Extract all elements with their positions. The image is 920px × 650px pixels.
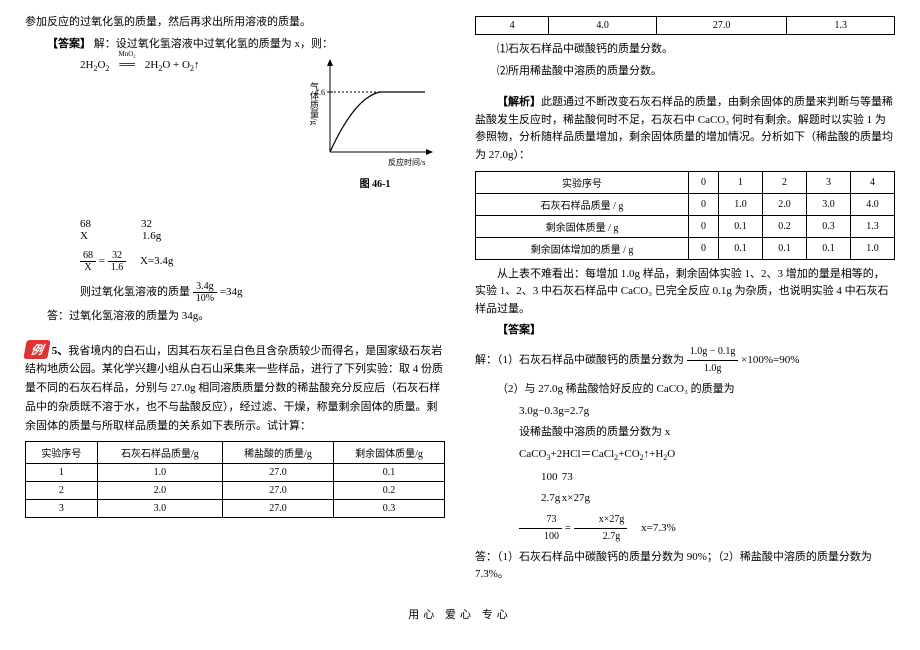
solution-2: （2）与 27.0g 稀盐酸恰好反应的 CaCO₃ 的质量为 3.0g−0.3g… [497,381,895,545]
line-chart-icon: 气体质量/g 1.6 反应时间/s [310,57,440,172]
table-row: 实验序号01234 [476,171,895,193]
page: 参加反应的过氧化氢的质量，然后再求出所用溶液的质量。 【答案】 解：设过氧化氢溶… [0,0,920,598]
experiment-table-right-continued: 4 4.0 27.0 1.3 [475,16,895,35]
analysis-label: 【解析】 [497,96,541,108]
table-row: 11.027.00.1 [26,464,445,482]
answer-line: 【答案】 解：设过氧化氢溶液中过氧化氢的质量为 x，则： [25,36,445,54]
sub-q1: ⑴石灰石样品中碳酸钙的质量分数。 [475,41,895,59]
conclusion: 从上表不难看出：每增加 1.0g 样品，剩余固体实验 1、2、3 增加的量是相等… [475,266,895,319]
stoich-row-2: 2.7g x×27g [497,490,895,508]
q5-body: 我省境内的白石山，因其石灰石呈白色且含杂质较少而得名，是国家级石灰岩结构地质公园… [25,345,443,432]
example-badge: 例 [23,340,50,359]
table-row: 剩余固体增加的质量 / g00.10.10.11.0 [476,237,895,259]
stoich-grid: 68 32 X 1.6g 68 X = 32 1.6 X=3.4g [80,218,445,304]
answer-label: 【答案】 [47,38,91,50]
sub-q2: ⑵所用稀盐酸中溶质的质量分数。 [475,63,895,81]
mass-16: 1.6g [142,230,161,242]
intro-line: 参加反应的过氧化氢的质量，然后再求出所用溶液的质量。 [25,14,445,32]
mass-32: 32 [141,218,152,230]
x-result: X=3.4g [140,255,173,267]
page-footer: 用心 爱心 专心 [0,606,920,622]
table-row: 33.027.00.3 [26,500,445,518]
example-number: 5、 [52,345,69,357]
th-acid: 稀盐酸的质量/g [222,442,333,464]
th-seq: 实验序号 [26,442,98,464]
table-row: 石灰石样品质量 / g01.02.03.04.0 [476,193,895,215]
table-row: 4 4.0 27.0 1.3 [476,17,895,35]
y-tick: 1.6 [315,88,325,97]
experiment-table-left: 实验序号 石灰石样品质量/g 稀盐酸的质量/g 剩余固体质量/g 11.027.… [25,441,445,518]
answer-text: 解：设过氧化氢溶液中过氧化氢的质量为 x，则： [94,38,333,50]
table-row: 22.027.00.2 [26,482,445,500]
fraction-right: 32 1.6 [108,250,127,273]
stoich-row-1: 100 73 [497,469,895,487]
analysis-table: 实验序号01234 石灰石样品质量 / g01.02.03.04.0 剩余固体质… [475,171,895,260]
th-sample: 石灰石样品质量/g [97,442,222,464]
right-column: 4 4.0 27.0 1.3 ⑴石灰石样品中碳酸钙的质量分数。 ⑵所用稀盐酸中溶… [475,10,895,588]
graph-caption: 图 46-1 [305,175,445,190]
x-axis-label: 反应时间/s [388,157,425,167]
solution-mass-line: 则过氧化氢溶液的质量 3.4g 10% =34g [80,281,445,304]
th-remain: 剩余固体质量/g [333,442,444,464]
analysis-block: 【解析】此题通过不断改变石灰石样品的质量，由剩余固体的质量来判断与等量稀盐酸发生… [475,94,895,164]
table-row: 剩余固体质量 / g00.10.20.31.3 [476,215,895,237]
final-answer: 答：（1）石灰石样品中碳酸钙的质量分数为 90%；（2）稀盐酸中溶质的质量分数为… [475,549,895,584]
fraction-left: 68 X [80,250,96,273]
mass-x: X [80,230,88,242]
solution-1: 解：（1）石灰石样品中碳酸钙的质量分数为 1.0g − 0.1g 1.0g ×1… [475,344,895,377]
answer-label-right: 【答案】 [475,322,895,340]
mass-68: 68 [80,218,91,230]
chem-eq-2: CaCO3+2HCl＝CaCl2+CO2↑+H2O [497,446,895,465]
graph-461: 气体质量/g 1.6 反应时间/s 图 46-1 [305,57,445,190]
example-5: 例 5、我省境内的白石山，因其石灰石呈白色且含杂质较少而得名，是国家级石灰岩结构… [25,340,445,435]
final-fraction: 73 100 = x×27g 2.7g x=7.3% [497,512,895,545]
left-column: 参加反应的过氧化氢的质量，然后再求出所用溶液的质量。 【答案】 解：设过氧化氢溶… [25,10,445,588]
answer-final: 答：过氧化氢溶液的质量为 34g。 [47,308,445,326]
